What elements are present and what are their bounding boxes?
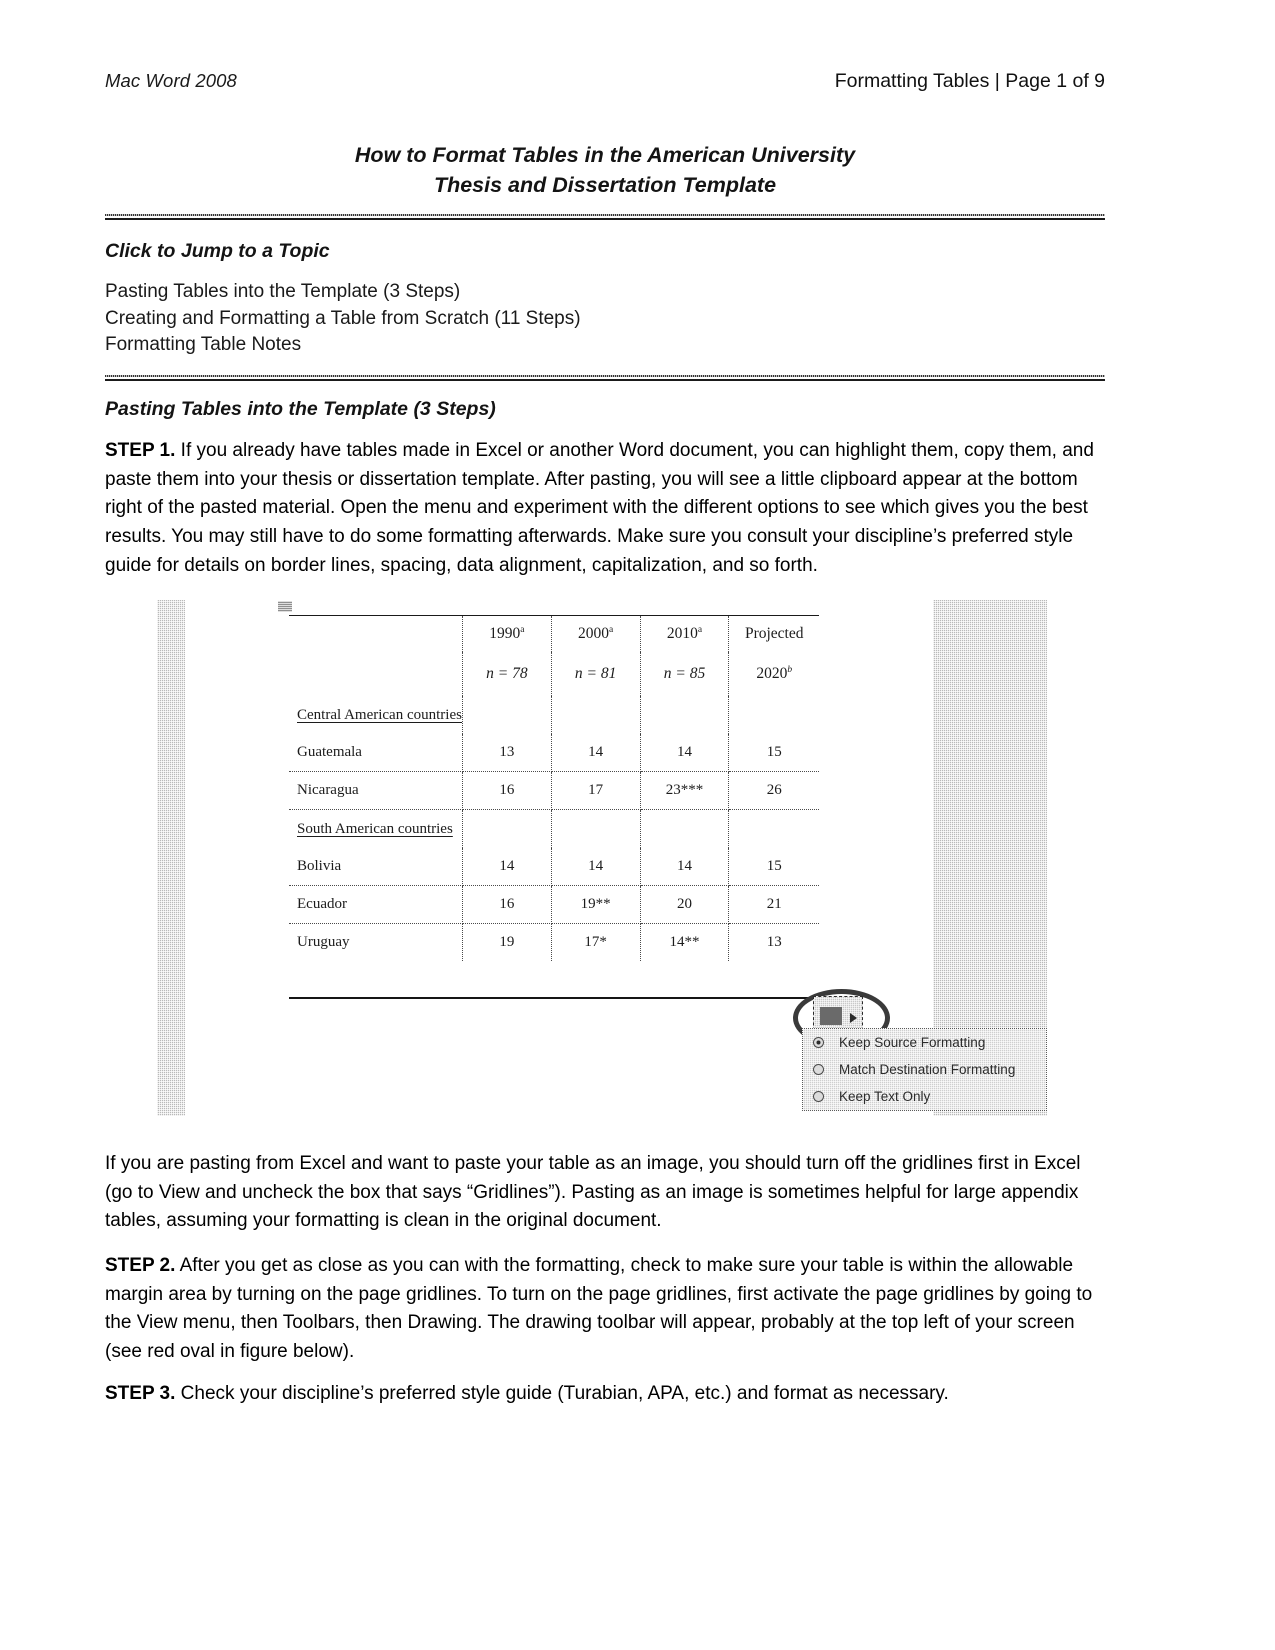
divider-dotted-line: [105, 375, 1105, 377]
page-gridline-band-left: [157, 600, 185, 1116]
table-group-row-central-america: Central American countries: [289, 696, 819, 734]
paragraph-step-1: STEP 1. If you already have tables made …: [105, 437, 1105, 581]
divider-dotted-line: [105, 214, 1105, 216]
table-header-row-years: 1990a 2000a 2010a Projected: [289, 615, 819, 652]
table-header-blank-2: [289, 652, 463, 696]
step-2-text: After you get as close as you can with t…: [105, 1255, 1093, 1363]
embedded-data-table: 1990a 2000a 2010a Projected n = 78 n = 8…: [289, 615, 819, 961]
running-head-right: Formatting Tables | Page 1 of 9: [834, 70, 1105, 92]
cell-ecuador-1990: 16: [462, 885, 552, 924]
table-header-row-n: n = 78 n = 81 n = 85 2020b: [289, 652, 819, 696]
table-header-n-81: n = 81: [551, 652, 641, 696]
table-header-n-78: n = 78: [462, 652, 552, 696]
table-row: Guatemala 13 14 14 15: [289, 734, 819, 772]
table-group-row-south-america: South American countries: [289, 809, 819, 848]
cell-nicaragua-2020: 26: [728, 771, 819, 810]
page-title-line-1: How to Format Tables in the American Uni…: [354, 143, 856, 167]
radio-icon: [813, 1037, 824, 1048]
step-2-label: STEP 2.: [105, 1255, 176, 1276]
table-header-2020: 2020b: [756, 664, 793, 683]
row-label-guatemala: Guatemala: [289, 734, 463, 772]
cell-ecuador-2000: 19**: [551, 885, 641, 924]
cell-guatemala-2010: 14: [640, 734, 730, 772]
table-row: Bolivia 14 14 14 15: [289, 848, 819, 886]
document-page: Mac Word 2008 Formatting Tables | Page 1…: [0, 0, 1275, 1650]
cell-ecuador-2020: 21: [728, 885, 819, 924]
paragraph-step-3: STEP 3. Check your discipline’s preferre…: [105, 1380, 1105, 1409]
menu-item-match-destination-formatting[interactable]: Match Destination Formatting: [803, 1056, 1046, 1083]
table-row: Nicaragua 16 17 23*** 26: [289, 771, 819, 810]
cell-nicaragua-2010: 23***: [640, 771, 730, 810]
table-header-2000: 2000a: [551, 615, 641, 652]
paragraph-excel-note: If you are pasting from Excel and want t…: [105, 1153, 1081, 1232]
cell-bolivia-2000: 14: [551, 848, 641, 886]
menu-item-label: Keep Source Formatting: [839, 1035, 986, 1050]
row-label-bolivia: Bolivia: [289, 848, 463, 886]
cell-guatemala-2000: 14: [551, 734, 641, 772]
chevron-down-icon: [850, 1013, 857, 1023]
cell-uruguay-2010: 14**: [640, 923, 730, 961]
divider-below-toc: [105, 375, 1105, 381]
running-head-left: Mac Word 2008: [105, 70, 237, 91]
cell-guatemala-1990: 13: [462, 734, 552, 772]
radio-icon: [813, 1064, 824, 1075]
paragraph-step-2: STEP 2. After you get as close as you ca…: [105, 1252, 1105, 1367]
cell-bolivia-1990: 14: [462, 848, 552, 886]
row-label-uruguay: Uruguay: [289, 923, 463, 961]
table-bottom-rule: [289, 997, 819, 999]
menu-item-keep-source-formatting[interactable]: Keep Source Formatting: [803, 1029, 1046, 1056]
table-header-2010: 2010a: [640, 615, 730, 652]
table-header-n-85: n = 85: [640, 652, 730, 696]
toc-link-formatting-notes[interactable]: Formatting Table Notes: [105, 332, 905, 359]
table-header-1990: 1990a: [462, 615, 552, 652]
divider-solid-line: [105, 379, 1105, 381]
section-heading: Pasting Tables into the Template (3 Step…: [105, 398, 496, 420]
toc-heading: Click to Jump to a Topic: [105, 240, 330, 262]
cell-bolivia-2020: 15: [728, 848, 819, 886]
table-row: Ecuador 16 19** 20 21: [289, 885, 819, 924]
cell-uruguay-2020: 13: [766, 934, 782, 950]
figure-pasted-table: 1990a 2000a 2010a Projected n = 78 n = 8…: [157, 600, 1047, 1116]
clipboard-icon: [820, 1007, 842, 1025]
cell-guatemala-2020: 15: [728, 734, 819, 772]
cell-uruguay-2000: 17*: [551, 923, 641, 961]
table-header-blank: [289, 615, 463, 652]
cell-ecuador-2010: 20: [640, 885, 730, 924]
toc-link-pasting-tables[interactable]: Pasting Tables into the Template (3 Step…: [105, 279, 905, 306]
step-1-text: If you already have tables made in Excel…: [105, 440, 1094, 576]
group-label-south-america: South American countries: [297, 820, 453, 837]
divider-top: [105, 214, 1105, 220]
page-title: How to Format Tables in the American Uni…: [105, 140, 1105, 200]
radio-icon: [813, 1091, 824, 1102]
cell-nicaragua-1990: 16: [462, 771, 552, 810]
table-header-projected: Projected: [728, 615, 819, 652]
row-label-nicaragua: Nicaragua: [289, 771, 463, 810]
running-head: Mac Word 2008 Formatting Tables | Page 1…: [105, 70, 1105, 96]
cell-nicaragua-2000: 17: [551, 771, 641, 810]
cell-uruguay-1990: 19: [462, 923, 552, 961]
table-row: Uruguay 19 17* 14** 13: [289, 923, 819, 961]
step-1-label: STEP 1.: [105, 440, 176, 461]
divider-solid-line: [105, 218, 1105, 220]
step-3-text: Check your discipline’s preferred style …: [175, 1383, 949, 1404]
cell-bolivia-2010: 14: [640, 848, 730, 886]
menu-item-label: Keep Text Only: [839, 1089, 931, 1104]
row-label-ecuador: Ecuador: [289, 885, 463, 924]
page-title-line-2: Thesis and Dissertation Template: [433, 173, 777, 197]
table-move-handle-icon: [278, 601, 292, 612]
menu-item-label: Match Destination Formatting: [839, 1062, 1016, 1077]
step-3-label: STEP 3.: [105, 1383, 176, 1404]
toc-link-creating-formatting[interactable]: Creating and Formatting a Table from Scr…: [105, 306, 905, 333]
toc-list: Pasting Tables into the Template (3 Step…: [105, 279, 905, 359]
paste-options-menu[interactable]: Keep Source Formatting Match Destination…: [802, 1028, 1047, 1111]
group-label-central-america: Central American countries: [297, 706, 462, 723]
menu-item-keep-text-only[interactable]: Keep Text Only: [803, 1083, 1046, 1110]
